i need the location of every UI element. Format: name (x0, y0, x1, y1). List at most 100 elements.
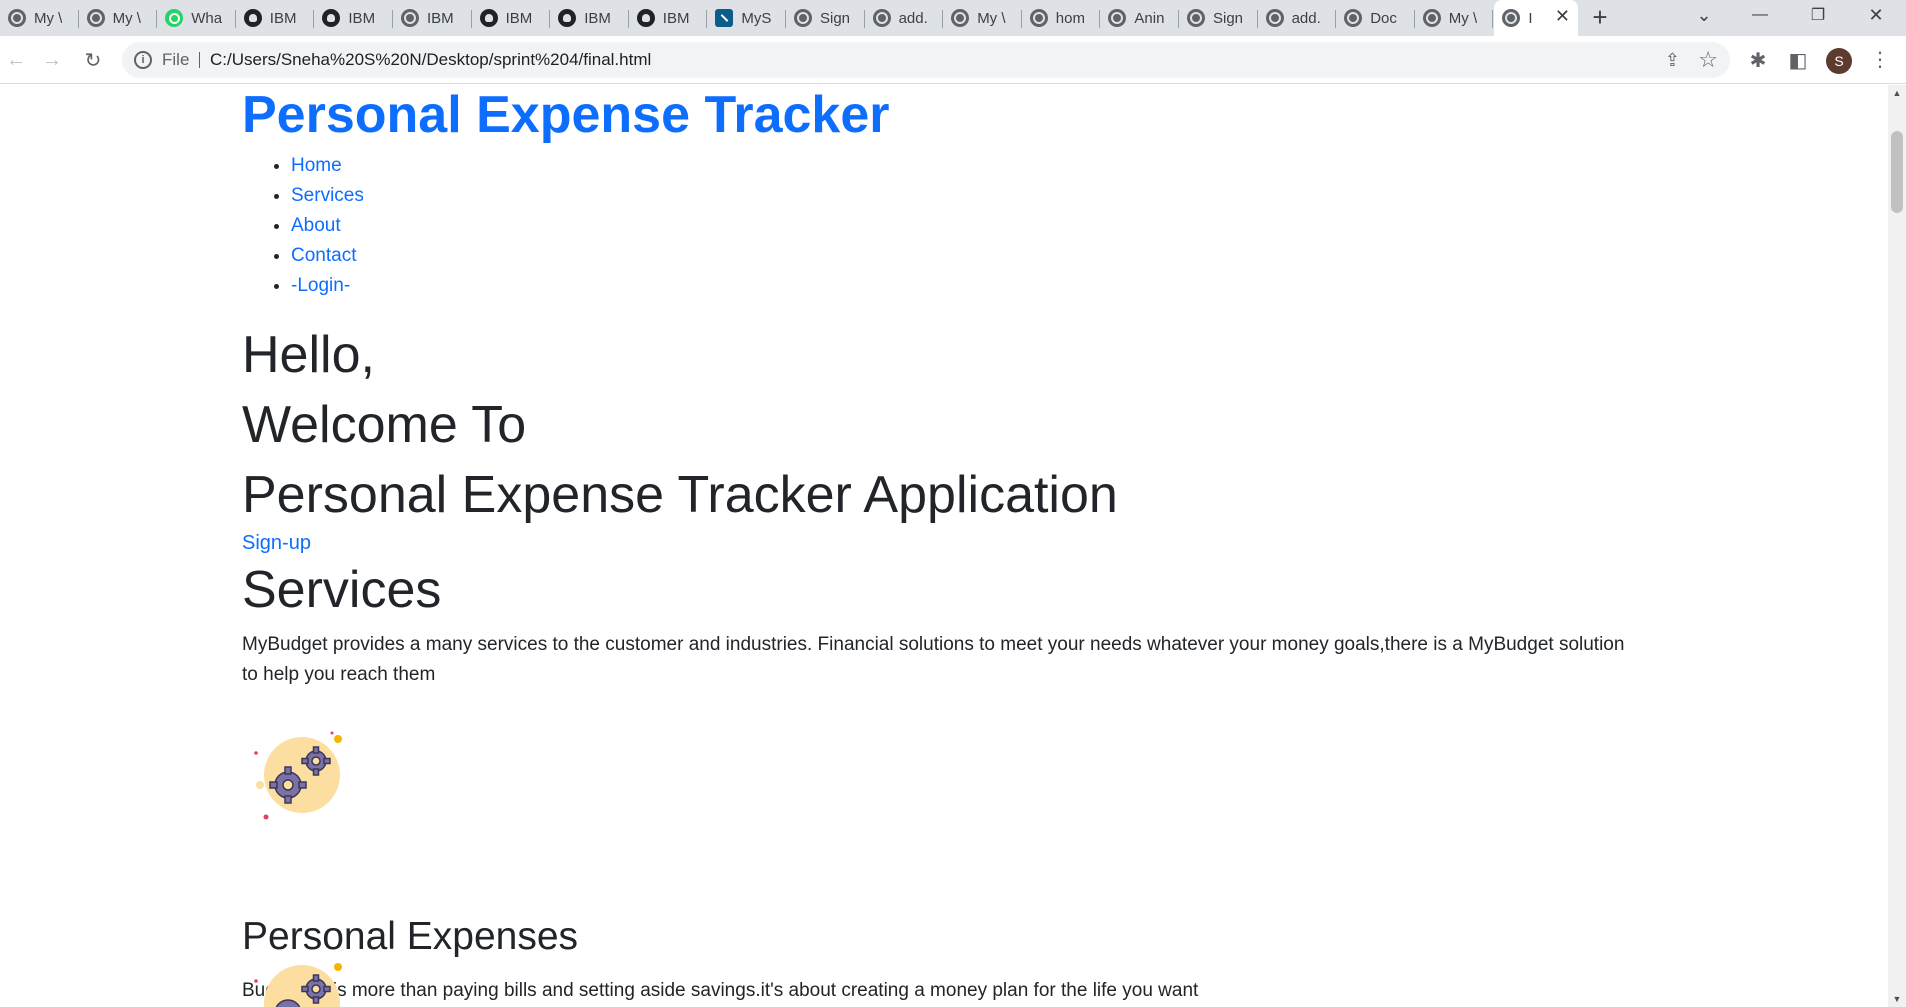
nav-item-services: Services (291, 181, 364, 211)
page-viewport: Personal Expense Tracker Home Services A… (0, 85, 1888, 1007)
tab-label: Wha (191, 9, 223, 27)
nav-item-about: About (291, 211, 364, 241)
services-description: MyBudget provides a many services to the… (242, 634, 1625, 685)
nav-item-contact: Contact (291, 241, 364, 271)
tab-separator (1492, 10, 1494, 28)
side-panel-icon[interactable]: ◧ (1784, 46, 1812, 74)
new-tab-button[interactable]: + (1586, 4, 1614, 32)
browser-tab[interactable]: My \ (0, 4, 79, 32)
globe-icon (794, 9, 812, 27)
maximize-button[interactable]: ❐ (1790, 0, 1846, 30)
github-icon (479, 9, 498, 27)
tab-label: IBM (348, 9, 376, 27)
browser-tab[interactable]: Wha (157, 4, 236, 32)
browser-tab[interactable]: Sign (786, 4, 865, 32)
browser-tab[interactable]: My \ (79, 4, 158, 32)
nav-link-services[interactable]: Services (291, 185, 364, 206)
mysql-icon (715, 9, 734, 27)
extensions-icon[interactable]: ✱ (1744, 46, 1772, 74)
github-icon (636, 9, 655, 27)
gears-icon (254, 963, 342, 1007)
nav-link-home[interactable]: Home (291, 155, 342, 176)
browser-tab[interactable]: IBM (236, 4, 315, 32)
globe-icon (86, 9, 105, 27)
scrollbar-thumb[interactable] (1891, 131, 1903, 213)
browser-menu-icon[interactable]: ⋮ (1870, 48, 1890, 74)
reload-button[interactable]: ↻ (79, 46, 107, 74)
tab-active[interactable]: I ✕ (1494, 0, 1579, 36)
scroll-down-icon[interactable]: ▼ (1888, 991, 1906, 1007)
tab-label: Doc (1370, 9, 1397, 27)
hero-app-name: Personal Expense Tracker Application (242, 466, 1118, 524)
browser-tab[interactable]: IBM (472, 4, 551, 32)
nav-item-login: -Login- (291, 271, 364, 301)
browser-tab[interactable]: MyS (707, 4, 786, 32)
github-icon (322, 9, 341, 27)
github-icon (243, 9, 262, 27)
close-window-button[interactable]: ✕ (1848, 0, 1904, 30)
globe-icon (1187, 9, 1205, 27)
back-button[interactable]: ← (2, 46, 30, 74)
card-text-personal-expenses: Budgeting is more than paying bills and … (242, 980, 1199, 1001)
share-icon[interactable]: ⇪ (1665, 50, 1680, 71)
globe-icon (1265, 9, 1284, 27)
forward-button[interactable]: → (38, 46, 66, 74)
tab-label: My \ (112, 9, 141, 27)
vertical-scrollbar[interactable]: ▲ ▼ (1888, 85, 1906, 1007)
tab-label: I (1528, 9, 1533, 27)
profile-avatar[interactable]: S (1826, 48, 1852, 74)
globe-icon (1502, 9, 1521, 27)
browser-tab[interactable]: Sign (1179, 4, 1258, 32)
hero-welcome: Welcome To (242, 396, 527, 454)
bookmark-star-icon[interactable]: ☆ (1698, 47, 1718, 73)
url-scheme: File (162, 50, 190, 69)
url-divider (199, 52, 200, 68)
browser-tab[interactable]: IBM (393, 4, 472, 32)
hero-section: Hello, Welcome To Personal Expense Track… (242, 320, 1118, 530)
browser-tab[interactable]: hom (1022, 4, 1101, 32)
globe-icon (401, 9, 419, 27)
nav-link-contact[interactable]: Contact (291, 245, 356, 266)
browser-tab[interactable]: My \ (943, 4, 1022, 32)
browser-toolbar: ← → ↻ i File C:/Users/Sneha%20S%20N/Desk… (0, 36, 1906, 84)
globe-icon (1422, 9, 1441, 27)
minimize-button[interactable]: — (1732, 0, 1788, 30)
hero-greeting: Hello, (242, 326, 375, 384)
url-text[interactable]: C:/Users/Sneha%20S%20N/Desktop/sprint%20… (210, 50, 651, 70)
globe-icon (872, 9, 891, 27)
globe-icon (1344, 9, 1363, 27)
globe-icon (951, 9, 970, 27)
address-bar[interactable]: i File C:/Users/Sneha%20S%20N/Desktop/sp… (122, 42, 1730, 78)
nav-link-login[interactable]: -Login- (291, 275, 350, 296)
tab-label: add. (898, 9, 928, 27)
tab-label: hom (1055, 9, 1085, 27)
gears-icon (254, 731, 342, 820)
browser-tab[interactable]: add. (1258, 4, 1337, 32)
tab-label: My \ (1448, 9, 1478, 27)
tab-label: IBM (662, 9, 690, 27)
services-heading: Services (242, 561, 442, 619)
browser-tab[interactable]: IBM (550, 4, 629, 32)
browser-tab[interactable]: add. (865, 4, 944, 32)
scroll-up-icon[interactable]: ▲ (1888, 85, 1906, 101)
browser-tab[interactable]: Doc (1336, 4, 1415, 32)
browser-tab[interactable]: IBM (629, 4, 708, 32)
site-title: Personal Expense Tracker (242, 86, 890, 144)
tab-label: MyS (741, 9, 772, 27)
site-info-icon[interactable]: i (134, 51, 152, 69)
browser-tab[interactable]: My \ (1415, 4, 1494, 32)
globe-icon (1108, 9, 1127, 27)
globe-icon (1029, 9, 1048, 27)
signup-link[interactable]: Sign-up (242, 532, 311, 555)
tab-strip: My \ My \ Wha IBM IBM IBM IBM IBM IBM MyS Sign add.… (0, 0, 1906, 36)
close-tab-icon[interactable]: ✕ (1554, 7, 1570, 25)
tab-label: add. (1291, 9, 1321, 27)
browser-tab[interactable]: IBM (314, 4, 393, 32)
nav-link-about[interactable]: About (291, 215, 341, 236)
tab-label: Sign (1213, 9, 1244, 27)
tab-label: My \ (977, 9, 1006, 27)
tab-search-button[interactable]: ⌄ (1676, 0, 1732, 30)
tab-label: IBM (269, 9, 297, 27)
browser-tab[interactable]: Anin (1100, 4, 1179, 32)
tab-label: Sign (820, 9, 851, 27)
